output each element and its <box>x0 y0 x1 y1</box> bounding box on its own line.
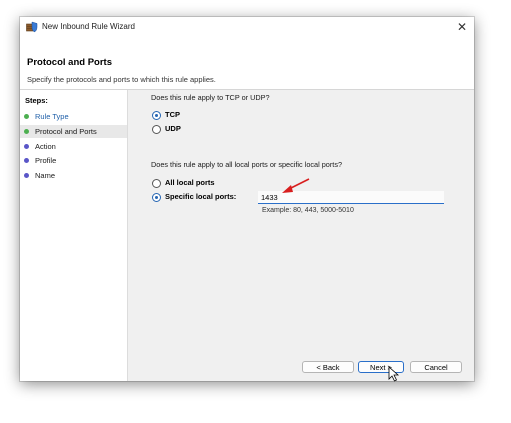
step-pending-icon <box>24 173 29 178</box>
window-title: New Inbound Rule Wizard <box>42 22 135 31</box>
udp-label: UDP <box>165 124 181 133</box>
step-pending-icon <box>24 144 29 149</box>
all-local-ports-label: All local ports <box>165 178 215 187</box>
radio-selected-icon <box>152 193 161 202</box>
tcp-radio[interactable]: TCP <box>152 110 212 122</box>
ports-question: Does this rule apply to all local ports … <box>151 160 343 169</box>
step-done-icon <box>24 114 29 119</box>
mouse-cursor-icon <box>388 366 400 382</box>
step-name[interactable]: Name <box>20 169 127 182</box>
specific-local-ports-radio[interactable]: Specific local ports: <box>152 192 252 204</box>
step-label: Rule Type <box>35 112 69 121</box>
step-label: Action <box>35 142 56 151</box>
udp-radio[interactable]: UDP <box>152 124 212 136</box>
step-label: Profile <box>35 156 57 165</box>
cancel-button[interactable]: Cancel <box>410 361 462 373</box>
steps-title: Steps: <box>25 96 48 105</box>
steps-pane: Steps: Rule Type Protocol and Ports Acti… <box>20 90 128 381</box>
step-profile[interactable]: Profile <box>20 154 127 167</box>
firewall-shield-icon <box>26 21 38 33</box>
step-label: Name <box>35 171 56 180</box>
title-bar: New Inbound Rule Wizard ✕ <box>20 17 474 37</box>
page-description: Specify the protocols and ports to which… <box>27 75 216 84</box>
local-ports-input[interactable] <box>258 191 444 204</box>
step-rule-type[interactable]: Rule Type <box>20 110 127 123</box>
back-button[interactable]: < Back <box>302 361 354 373</box>
protocol-question: Does this rule apply to TCP or UDP? <box>151 93 270 102</box>
step-current-icon <box>24 129 29 134</box>
all-local-ports-radio[interactable]: All local ports <box>152 178 242 190</box>
step-protocol-and-ports[interactable]: Protocol and Ports <box>20 125 127 138</box>
radio-unselected-icon <box>152 125 161 134</box>
radio-unselected-icon <box>152 179 161 188</box>
wizard-header: Protocol and Ports Specify the protocols… <box>20 37 474 90</box>
ports-example-hint: Example: 80, 443, 5000-5010 <box>262 207 354 214</box>
tcp-label: TCP <box>165 110 180 119</box>
step-pending-icon <box>24 158 29 163</box>
step-label: Protocol and Ports <box>35 127 97 136</box>
radio-selected-icon <box>152 111 161 120</box>
specific-local-ports-label: Specific local ports: <box>165 192 237 201</box>
page-title: Protocol and Ports <box>27 57 112 68</box>
close-icon[interactable]: ✕ <box>454 19 470 35</box>
step-action[interactable]: Action <box>20 140 127 153</box>
